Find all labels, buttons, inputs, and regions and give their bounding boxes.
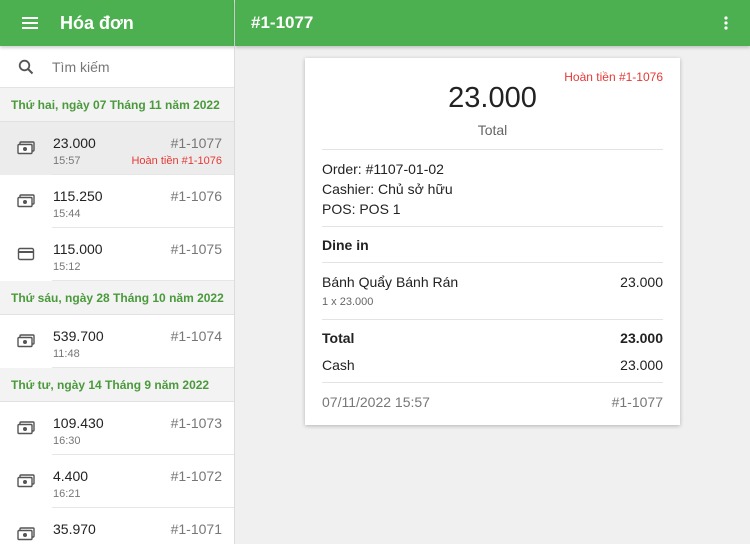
cash-icon [17, 474, 35, 488]
cash-icon [17, 141, 35, 155]
divider [322, 149, 663, 150]
cash-icon [17, 194, 35, 208]
receipt-time: 15:44 [53, 208, 81, 220]
receipt-number: #1-1073 [170, 415, 222, 431]
receipt-list-item[interactable]: 115.000 15:12 #1-1075 [0, 228, 234, 281]
receipt-number: #1-1077 [170, 135, 222, 151]
cashier-line: Cashier: Chủ sở hữu [322, 181, 453, 197]
receipt-datetime: 07/11/2022 15:57 [322, 394, 430, 410]
receipt-number: #1-1077 [611, 394, 663, 410]
receipt-list-item[interactable]: 23.000 15:57 #1-1077 Hoàn tiền #1-1076 [0, 122, 234, 175]
receipt-total-label: Total [477, 122, 508, 138]
item-quantity: 1 x 23.000 [322, 296, 374, 308]
list-app-bar: Hóa đơn [0, 0, 234, 46]
receipt-list: Thứ hai, ngày 07 Tháng 11 năm 2022 23.000… [0, 88, 234, 544]
payment-type: Cash [322, 357, 355, 373]
refund-label: Hoàn tiền #1-1076 [131, 155, 222, 167]
item-name: Bánh Quẩy Bánh Rán [322, 274, 459, 290]
receipt-time: 16:30 [53, 435, 81, 447]
payment-amount: 23.000 [620, 357, 663, 373]
divider [52, 280, 234, 281]
divider [322, 382, 663, 383]
receipt-number: #1-1076 [170, 188, 222, 204]
app-title: Hóa đơn [60, 12, 134, 33]
date-header: Thứ hai, ngày 07 Tháng 11 năm 2022 [0, 88, 234, 122]
receipt-amount: 23.000 [53, 135, 96, 151]
detail-title: #1-1077 [251, 13, 314, 32]
receipt-total-amount: 23.000 [448, 82, 537, 114]
order-line: Order: #1107-01-02 [322, 161, 444, 177]
detail-app-bar: #1-1077 [235, 0, 750, 46]
date-header: Thứ tư, ngày 14 Tháng 9 năm 2022 [0, 368, 234, 402]
receipt-amount: 115.250 [53, 188, 103, 204]
more-options-icon[interactable] [716, 13, 736, 33]
search-icon[interactable] [0, 46, 52, 88]
divider [322, 319, 663, 320]
receipt-amount: 115.000 [53, 241, 103, 257]
total-row-label: Total [322, 330, 355, 346]
receipts-list-pane: Hóa đơn Thứ hai, ngày 07 Tháng 11 năm 20… [0, 0, 235, 544]
receipt-amount: 109.430 [53, 415, 104, 431]
divider [322, 262, 663, 263]
total-row-value: 23.000 [620, 330, 663, 346]
menu-icon[interactable] [0, 0, 60, 46]
divider [322, 226, 663, 227]
receipt-time: 16:21 [53, 488, 81, 500]
cash-icon [17, 421, 35, 435]
receipt-list-item[interactable]: 109.430 16:30 #1-1073 [0, 402, 234, 455]
receipt-amount: 35.970 [53, 521, 96, 537]
search-bar [0, 46, 234, 88]
receipt-number: #1-1072 [170, 468, 222, 484]
cash-icon [17, 527, 35, 541]
receipt-time: 11:48 [53, 348, 80, 360]
cash-icon [17, 334, 35, 348]
date-header: Thứ sáu, ngày 28 Tháng 10 năm 2022 [0, 281, 234, 315]
receipt-time: 15:57 [53, 155, 81, 167]
receipt-list-item[interactable]: 539.700 11:48 #1-1074 [0, 315, 234, 368]
receipt-amount: 4.400 [53, 468, 89, 484]
pos-line: POS: POS 1 [322, 201, 401, 217]
receipt-number: #1-1074 [170, 328, 222, 344]
receipt-number: #1-1071 [170, 521, 222, 537]
card-icon [17, 247, 35, 261]
receipt-number: #1-1075 [170, 241, 222, 257]
receipt-card: Hoàn tiền #1-1076 23.000 Total Order: #1… [305, 58, 680, 425]
receipt-list-item[interactable]: 35.970 #1-1071 [0, 508, 234, 544]
receipt-amount: 539.700 [53, 328, 104, 344]
dining-option: Dine in [322, 237, 369, 253]
receipt-list-item[interactable]: 115.250 15:44 #1-1076 [0, 175, 234, 228]
receipt-list-item[interactable]: 4.400 16:21 #1-1072 [0, 455, 234, 508]
divider [52, 367, 234, 368]
search-input[interactable] [52, 58, 222, 75]
receipt-time: 15:12 [53, 261, 81, 273]
item-price: 23.000 [620, 274, 663, 290]
